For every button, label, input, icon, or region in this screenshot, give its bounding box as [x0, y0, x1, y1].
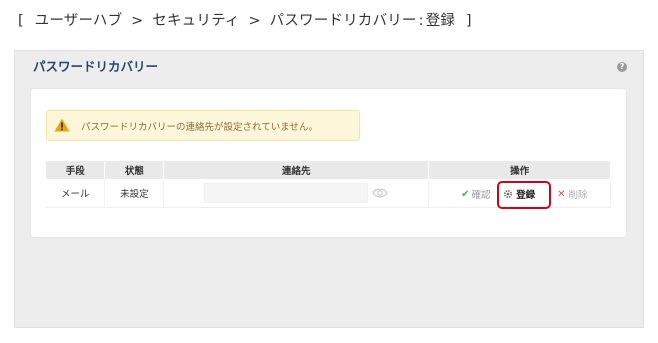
- column-header-actions: 操作: [428, 161, 611, 179]
- warning-triangle-icon: [54, 118, 70, 132]
- delete-label: 削除: [568, 190, 588, 201]
- breadcrumb-separator: >: [248, 13, 261, 29]
- confirm-label: 確認: [471, 190, 491, 201]
- warning-alert: パスワードリカバリーの連絡先が設定されていません。: [46, 110, 360, 141]
- eye-icon[interactable]: [372, 187, 389, 199]
- column-header-contact: 連絡先: [163, 161, 430, 179]
- breadcrumb-separator: >: [131, 13, 144, 29]
- breadcrumb: [ ユーザーハブ > セキュリティ > パスワードリカバリー: 登録 ]: [18, 9, 472, 30]
- column-header-method: 手段: [46, 161, 106, 179]
- contact-input[interactable]: [204, 183, 369, 203]
- breadcrumb-item-user-hub[interactable]: ユーザーハブ: [35, 9, 123, 30]
- breadcrumb-close-bracket: ]: [465, 13, 472, 29]
- breadcrumb-current: 登録: [425, 13, 456, 29]
- question-circle-icon[interactable]: ?: [617, 62, 627, 72]
- register-highlight-box: [497, 181, 551, 209]
- breadcrumb-open-bracket: [: [18, 13, 24, 29]
- method-cell: メール: [46, 179, 106, 208]
- panel-title: パスワードリカバリー: [33, 59, 159, 74]
- check-icon: ✔: [461, 188, 470, 200]
- status-cell: 未設定: [104, 179, 165, 208]
- column-header-status: 状態: [104, 161, 165, 179]
- contact-cell: [163, 179, 430, 208]
- breadcrumb-item-password-recovery[interactable]: パスワードリカバリー: [270, 9, 417, 30]
- alert-message: パスワードリカバリーの連絡先が設定されていません。: [81, 122, 318, 133]
- breadcrumb-item-security[interactable]: セキュリティ: [152, 9, 239, 30]
- confirm-button[interactable]: ✔ 確認: [461, 187, 491, 202]
- delete-button[interactable]: ✕ 削除: [557, 187, 588, 202]
- breadcrumb-current-separator: :: [418, 13, 424, 29]
- close-icon: ✕: [557, 188, 566, 200]
